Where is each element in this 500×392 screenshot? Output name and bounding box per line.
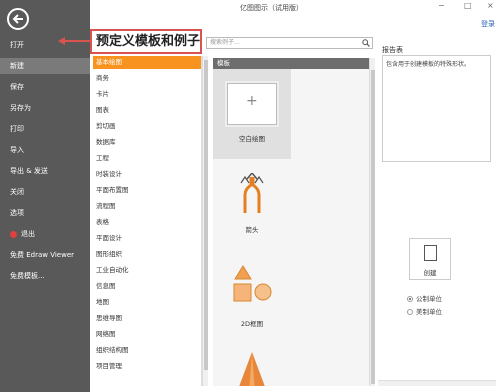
templates-header: 模板 <box>213 58 373 69</box>
maximize-button[interactable]: □ <box>464 1 472 10</box>
document-icon <box>424 245 437 261</box>
category-list: 基本绘图 商务 卡片 图表 剪切画 数据库 工程 时装设计 平面布置图 流程图 … <box>93 56 202 386</box>
category-item[interactable]: 平面设计 <box>93 232 201 245</box>
template-cone-partial[interactable] <box>213 352 291 386</box>
sidebar-item-exit[interactable]: 退出 <box>0 226 90 242</box>
category-item[interactable]: 时装设计 <box>93 168 201 181</box>
sidebar-item-options[interactable]: 选项 <box>0 205 90 221</box>
category-item[interactable]: 项目管理 <box>93 360 201 373</box>
radio-us-units[interactable]: 美制单位 <box>407 306 442 316</box>
category-item[interactable]: 信息图 <box>93 280 201 293</box>
template-label: 箭头 <box>245 226 259 234</box>
category-item[interactable]: 剪切画 <box>93 120 201 133</box>
template-label: 2D框图 <box>240 320 264 328</box>
sidebar-item-close[interactable]: 关闭 <box>0 184 90 200</box>
template-arrows[interactable]: 箭头 <box>213 169 291 239</box>
description-text: 包含用于创建模板的特殊形状。 <box>386 61 471 68</box>
templates-scroll-thumb[interactable] <box>371 70 375 384</box>
sidebar-item-export-send[interactable]: 导出 & 发送 <box>0 163 90 179</box>
category-item[interactable]: 商务 <box>93 72 201 85</box>
description-box: 包含用于创建模板的特殊形状。 <box>382 55 491 162</box>
sidebar-item-new[interactable]: 新建 <box>0 58 90 74</box>
templates-panel: + 空白绘图 箭头 2D框图 <box>213 69 373 386</box>
preview-title: 报告表 <box>382 46 403 54</box>
category-item[interactable]: 图形组织 <box>93 248 201 261</box>
search-input[interactable]: 搜索例子... <box>206 37 373 49</box>
category-item[interactable]: 流程图 <box>93 200 201 213</box>
callout-annotation: 预定义模板和例子 <box>90 29 202 54</box>
sidebar-item-import[interactable]: 导入 <box>0 142 90 158</box>
category-item[interactable]: 卡片 <box>93 88 201 101</box>
right-horizontal-scrollbar[interactable] <box>378 380 496 386</box>
close-button[interactable]: × <box>487 1 494 10</box>
category-item-basic-drawing[interactable]: 基本绘图 <box>93 56 201 69</box>
plus-icon: + <box>246 93 258 109</box>
radio-metric-units[interactable]: 公制单位 <box>407 293 442 303</box>
radio-label: 公制单位 <box>416 295 442 303</box>
sidebar-item-free-templates[interactable]: 免费模板... <box>0 268 90 284</box>
category-item[interactable]: 平面布置图 <box>93 184 201 197</box>
create-button[interactable]: 创建 <box>409 238 451 280</box>
category-scroll-thumb[interactable] <box>204 60 208 370</box>
backstage-sidebar: 打开 新建 保存 另存为 打印 导入 导出 & 发送 关闭 选项 退出 免费 E… <box>0 0 90 392</box>
sidebar-item-edraw-viewer[interactable]: 免费 Edraw Viewer <box>0 247 90 263</box>
sidebar-item-print[interactable]: 打印 <box>0 121 90 137</box>
category-item[interactable]: 数据库 <box>93 136 201 149</box>
blank-page-icon: + <box>227 83 277 125</box>
category-item[interactable]: 工业自动化 <box>93 264 201 277</box>
cone-icon <box>239 352 265 386</box>
category-item[interactable]: 组织结构图 <box>93 344 201 357</box>
category-item[interactable]: 思维导图 <box>93 312 201 325</box>
create-label: 创建 <box>423 269 437 277</box>
template-label: 空白绘图 <box>239 135 265 143</box>
category-item[interactable]: 网络图 <box>93 328 201 341</box>
login-link[interactable]: 登录 <box>481 19 495 29</box>
back-arrow-icon[interactable] <box>7 8 29 30</box>
exit-icon <box>10 230 17 238</box>
search-icon[interactable] <box>362 39 370 47</box>
template-2d-block[interactable]: 2D框图 <box>213 264 291 334</box>
category-item[interactable]: 图表 <box>93 104 201 117</box>
sidebar-item-save-as[interactable]: 另存为 <box>0 100 90 116</box>
category-item[interactable]: 地图 <box>93 296 201 309</box>
template-blank-drawing[interactable]: + 空白绘图 <box>213 69 291 159</box>
category-scrollbar[interactable] <box>202 56 208 386</box>
exit-label: 退出 <box>21 230 35 238</box>
callout-arrow <box>63 40 91 42</box>
block-shapes-icon <box>233 265 272 302</box>
window-title: 亿图图示（试用版） <box>240 4 303 12</box>
sidebar-item-save[interactable]: 保存 <box>0 79 90 95</box>
arrows-icon <box>240 173 264 213</box>
category-item[interactable]: 表格 <box>93 216 201 229</box>
radio-selected-icon <box>407 296 413 302</box>
callout-arrow-head <box>58 37 65 45</box>
radio-unselected-icon <box>407 309 413 315</box>
minimize-button[interactable]: − <box>438 1 445 10</box>
category-item[interactable]: 工程 <box>93 152 201 165</box>
templates-scrollbar[interactable] <box>369 58 375 386</box>
radio-label: 美制单位 <box>416 308 442 316</box>
